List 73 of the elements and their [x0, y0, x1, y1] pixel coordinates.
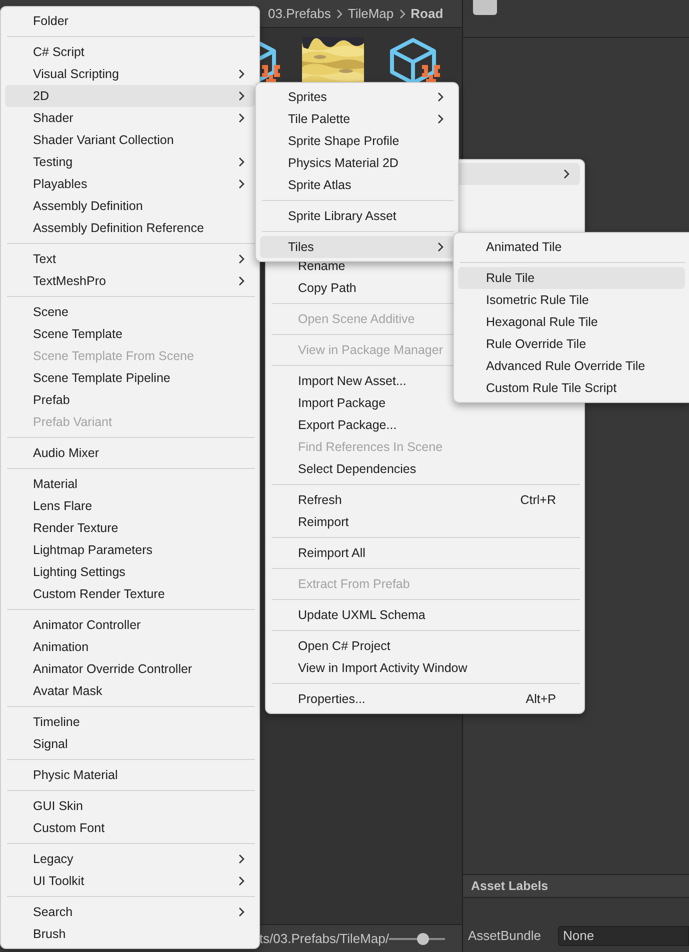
menu-item[interactable]: View in Import Activity Window [270, 657, 580, 679]
menu-item[interactable]: GUI Skin [5, 795, 255, 817]
menu-item[interactable]: Search [5, 901, 255, 923]
menu-item[interactable]: Lightmap Parameters [5, 539, 255, 561]
menu-item[interactable]: Timeline [5, 711, 255, 733]
menu-item[interactable]: C# Script [5, 41, 255, 63]
shortcut-text: Ctrl+R [520, 492, 557, 509]
menu-item[interactable]: Folder [5, 10, 255, 32]
menu-item[interactable]: Render Texture [5, 517, 255, 539]
menu-item[interactable]: Animator Controller [5, 614, 255, 636]
menu-item[interactable]: Reimport [270, 511, 580, 533]
menu-item[interactable]: Reimport All [270, 542, 580, 564]
shortcut-text: Alt+P [526, 690, 557, 708]
menu-item[interactable]: Advanced Rule Override Tile [458, 355, 685, 377]
menu-item[interactable]: Update UXML Schema [270, 604, 580, 626]
menu-item[interactable]: Lighting Settings [5, 561, 255, 583]
menu-item[interactable]: Brush [5, 923, 255, 945]
menu-item[interactable]: Text [5, 248, 255, 270]
menu-item[interactable]: Visual Scripting [5, 63, 255, 85]
menu-item[interactable]: Material [5, 473, 255, 495]
menu-item[interactable]: Custom Rule Tile Script [458, 377, 685, 399]
menu-item[interactable]: Legacy [5, 848, 255, 870]
chevron-icon [336, 8, 343, 18]
breadcrumb-item[interactable]: 03.Prefabs [268, 4, 331, 24]
menu-item[interactable]: UI Toolkit [5, 870, 255, 892]
menu-item[interactable]: Export Package... [270, 414, 580, 436]
field-label: AssetBundle [468, 927, 541, 946]
menu-item[interactable]: Sprite Atlas [260, 174, 454, 196]
menu-item[interactable]: Isometric Rule Tile [458, 289, 685, 311]
menu-item[interactable]: Avatar Mask [5, 680, 255, 702]
menu-item[interactable]: Shader Variant Collection [5, 129, 255, 151]
menu-item[interactable]: Lens Flare [5, 495, 255, 517]
chevron-icon [398, 8, 406, 18]
menu-item[interactable]: Sprite Shape Profile [260, 130, 454, 152]
menu-item[interactable]: Hexagonal Rule Tile [458, 311, 685, 333]
folder-path: ts/03.Prefabs/TileMap/ [259, 930, 389, 948]
menu-item[interactable]: Animator Override Controller [5, 658, 255, 680]
menu-item[interactable]: Testing [5, 151, 255, 173]
menu-item[interactable]: Properties... Alt+P [270, 688, 580, 710]
slider-thumb[interactable] [416, 932, 429, 944]
menu-item[interactable]: Shader [5, 107, 255, 129]
zoom-slider[interactable] [389, 932, 445, 944]
menu-item[interactable]: Sprite Library Asset [260, 205, 454, 227]
asset-bundle-dropdown[interactable]: None [558, 926, 689, 946]
menu-item[interactable]: Animated Tile [458, 236, 685, 258]
menu-item[interactable]: Select Dependencies [270, 458, 580, 480]
breadcrumb-item[interactable]: TileMap [348, 4, 394, 24]
menu-item[interactable]: Custom Font [5, 817, 255, 839]
breadcrumb-item[interactable]: Road [410, 4, 444, 24]
menu-item[interactable]: TextMeshPro [5, 270, 255, 292]
menu-item[interactable]: Scene Template Pipeline [5, 367, 255, 389]
asset-icon [473, 0, 497, 15]
menu-item[interactable]: Tile Palette [260, 108, 454, 130]
menu-item[interactable]: Refresh Ctrl+R [270, 489, 580, 511]
menu-item[interactable]: Sprites [260, 86, 454, 108]
menu-item[interactable]: Scene Template [5, 323, 255, 345]
menu-item[interactable]: Rule Override Tile [458, 333, 685, 355]
menu-item[interactable]: Physics Material 2D [260, 152, 454, 174]
menu-item[interactable]: Animation [5, 636, 255, 658]
menu-item[interactable]: Physic Material [5, 764, 255, 786]
menu-item[interactable]: Playables [5, 173, 255, 195]
menu-item[interactable]: 2D [5, 85, 255, 107]
menu-item[interactable]: Custom Render Texture [5, 583, 255, 605]
section-header: Asset Labels [463, 874, 689, 898]
menu-item[interactable]: Assembly Definition Reference [5, 217, 255, 239]
menu-item[interactable]: Open C# Project [270, 635, 580, 657]
menu-item[interactable]: Tiles [260, 236, 454, 258]
menu-item[interactable]: Scene [5, 301, 255, 323]
menu-item[interactable]: Rule Tile [458, 267, 685, 289]
menu-item[interactable]: Assembly Definition [5, 195, 255, 217]
menu-item[interactable]: Prefab [5, 389, 255, 411]
menu-item[interactable]: Audio Mixer [5, 442, 255, 464]
menu-item[interactable]: Signal [5, 733, 255, 755]
